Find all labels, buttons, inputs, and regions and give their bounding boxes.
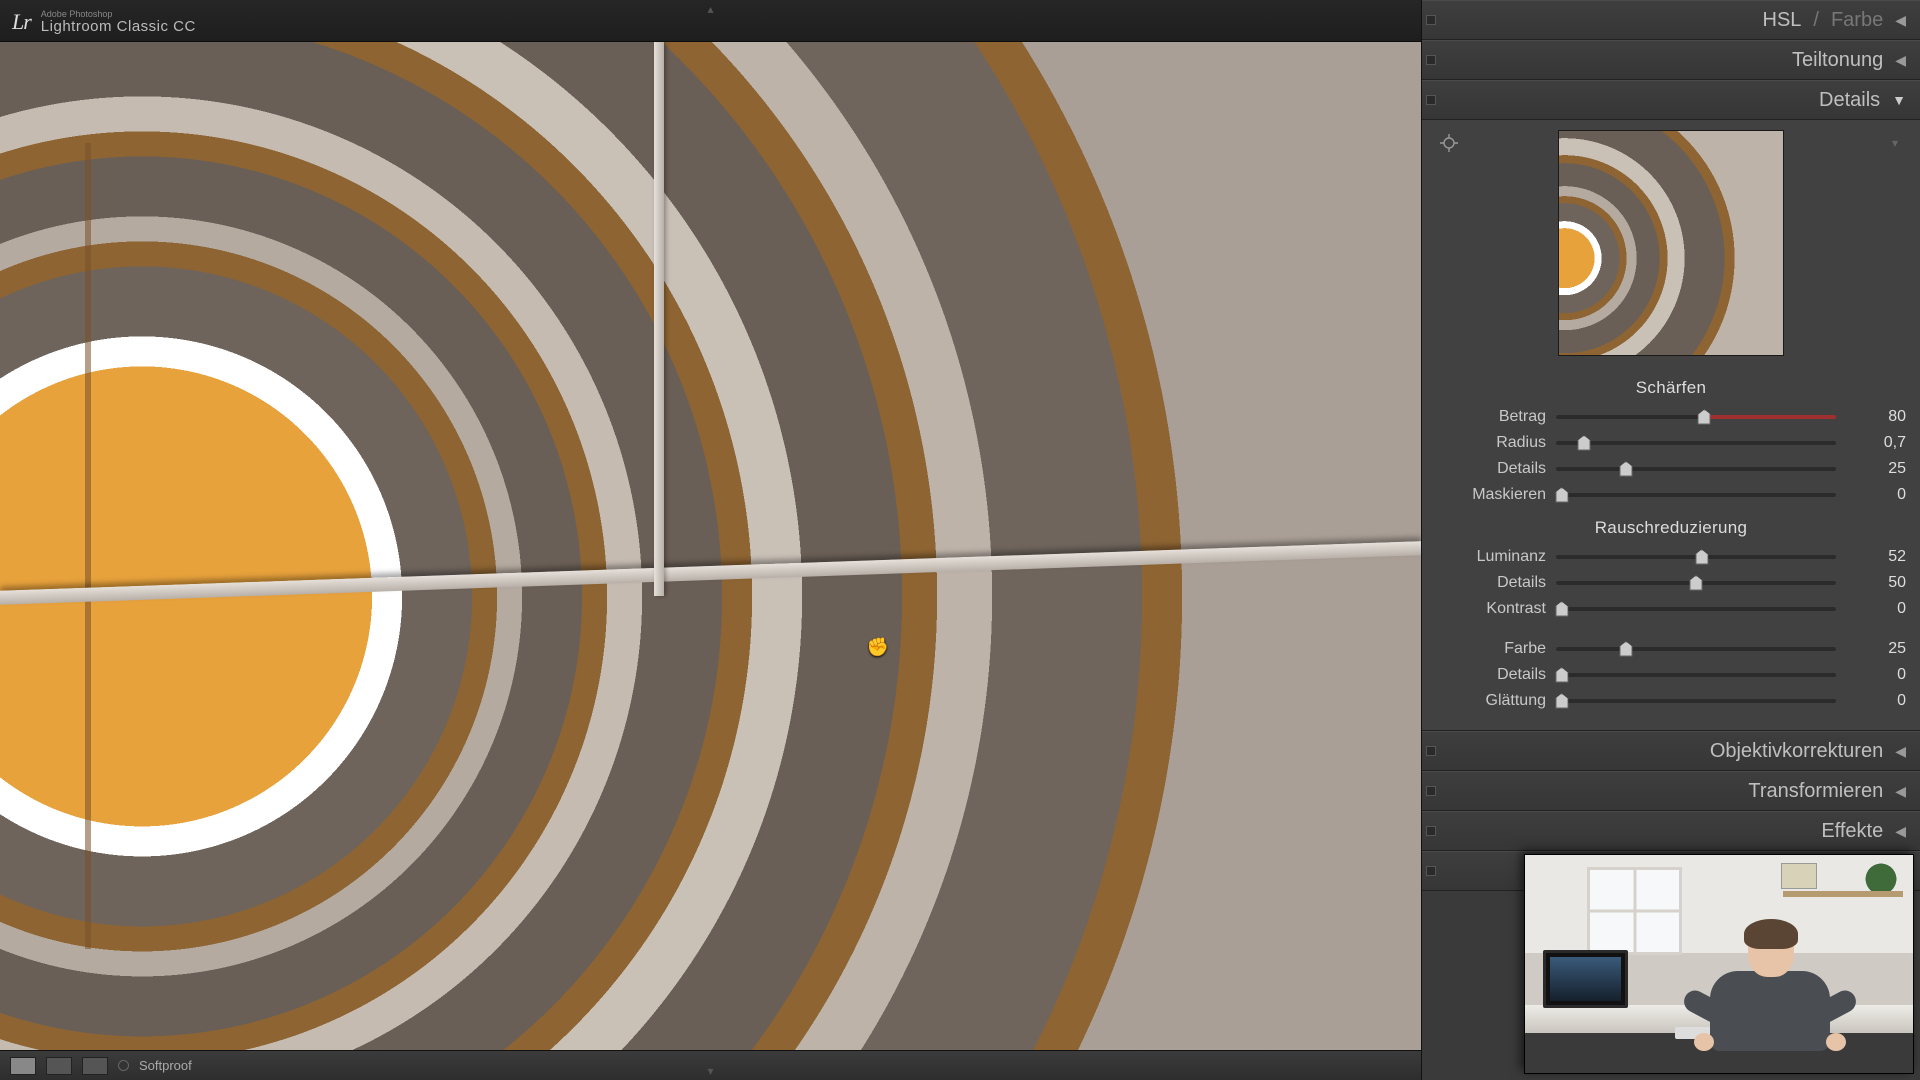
panel-switch-icon[interactable] <box>1426 95 1436 105</box>
detail-preview-thumbnail[interactable] <box>1558 130 1784 356</box>
panel-title-transform: Transformieren <box>1748 780 1883 803</box>
view-mode-loupe-button[interactable] <box>10 1057 36 1075</box>
panel-title-objektiv: Objektivkorrekturen <box>1710 740 1883 763</box>
softproof-label: Softproof <box>139 1058 192 1073</box>
image-canvas[interactable]: ✊ <box>0 42 1421 1050</box>
hand-cursor-icon: ✊ <box>867 637 889 658</box>
panel-title-farbe: Farbe <box>1831 9 1883 32</box>
panel-switch-icon[interactable] <box>1426 826 1436 836</box>
slider-noise-details[interactable]: Details 50 <box>1436 570 1906 596</box>
panel-toggle-bottom-icon[interactable]: ▾ <box>707 1064 713 1078</box>
panel-switch-icon[interactable] <box>1426 55 1436 65</box>
panel-title-effekte: Effekte <box>1821 820 1883 843</box>
panel-header-teiltonung[interactable]: Teiltonung ◀ <box>1422 40 1920 80</box>
slider-details-sharp[interactable]: Details 25 <box>1436 456 1906 482</box>
panel-header-effekte[interactable]: Effekte ◀ <box>1422 811 1920 851</box>
detail-zoom-menu-icon[interactable]: ▾ <box>1892 136 1898 150</box>
view-mode-survey-button[interactable] <box>82 1057 108 1075</box>
brand-line2: Lightroom Classic CC <box>41 19 196 34</box>
webcam-person <box>1700 923 1840 1068</box>
collapse-icon[interactable]: ◀ <box>1895 743 1906 760</box>
slider-maskieren[interactable]: Maskieren 0 <box>1436 482 1906 508</box>
panel-switch-icon[interactable] <box>1426 746 1436 756</box>
collapse-icon[interactable]: ◀ <box>1895 52 1906 69</box>
develop-sidebar: HSL/Farbe ◀ Teiltonung ◀ Details ▼ ▾ Sch… <box>1422 0 1920 1080</box>
details-panel: ▾ Schärfen Betrag 80 Radius 0,7 Details … <box>1422 120 1920 731</box>
panel-header-transform[interactable]: Transformieren ◀ <box>1422 771 1920 811</box>
collapse-icon[interactable]: ◀ <box>1895 823 1906 840</box>
webcam-window <box>1587 867 1682 955</box>
app-logo: Lr <box>12 9 31 35</box>
panel-title-hsl: HSL <box>1763 9 1802 32</box>
viewer-toolbar: Softproof ▾ <box>0 1050 1421 1080</box>
app-header: Lr Adobe Photoshop Lightroom Classic CC … <box>0 0 1421 42</box>
view-mode-compare-button[interactable] <box>46 1057 72 1075</box>
photo-rail <box>654 42 664 596</box>
webcam-monitor <box>1543 950 1628 1008</box>
softproof-toggle[interactable] <box>118 1060 129 1071</box>
slider-farbe[interactable]: Farbe 25 <box>1436 636 1906 662</box>
panel-switch-icon[interactable] <box>1426 786 1436 796</box>
panel-toggle-top-icon[interactable]: ▴ <box>707 2 713 16</box>
panel-header-details[interactable]: Details ▼ <box>1422 80 1920 120</box>
expand-icon[interactable]: ▼ <box>1892 92 1906 108</box>
panel-title-teiltonung: Teiltonung <box>1792 49 1883 72</box>
slider-color-details[interactable]: Details 0 <box>1436 662 1906 688</box>
panel-switch-icon[interactable] <box>1426 15 1436 25</box>
collapse-icon[interactable]: ◀ <box>1895 12 1906 29</box>
collapse-icon[interactable]: ◀ <box>1895 783 1906 800</box>
detail-target-picker-icon[interactable] <box>1440 134 1458 152</box>
webcam-overlay <box>1524 854 1914 1074</box>
slider-kontrast[interactable]: Kontrast 0 <box>1436 596 1906 622</box>
panel-switch-icon[interactable] <box>1426 866 1436 876</box>
sharpen-section-title: Schärfen <box>1436 378 1906 398</box>
slider-glaettung[interactable]: Glättung 0 <box>1436 688 1906 714</box>
photo-spiral-staircase <box>0 42 1421 1050</box>
noise-section-title: Rauschreduzierung <box>1436 518 1906 538</box>
slider-betrag[interactable]: Betrag 80 <box>1436 404 1906 430</box>
panel-header-objektiv[interactable]: Objektivkorrekturen ◀ <box>1422 731 1920 771</box>
slider-luminanz[interactable]: Luminanz 52 <box>1436 544 1906 570</box>
slider-radius[interactable]: Radius 0,7 <box>1436 430 1906 456</box>
panel-title-details: Details <box>1819 89 1880 112</box>
panel-header-hsl[interactable]: HSL/Farbe ◀ <box>1422 0 1920 40</box>
main-view: Lr Adobe Photoshop Lightroom Classic CC … <box>0 0 1422 1080</box>
